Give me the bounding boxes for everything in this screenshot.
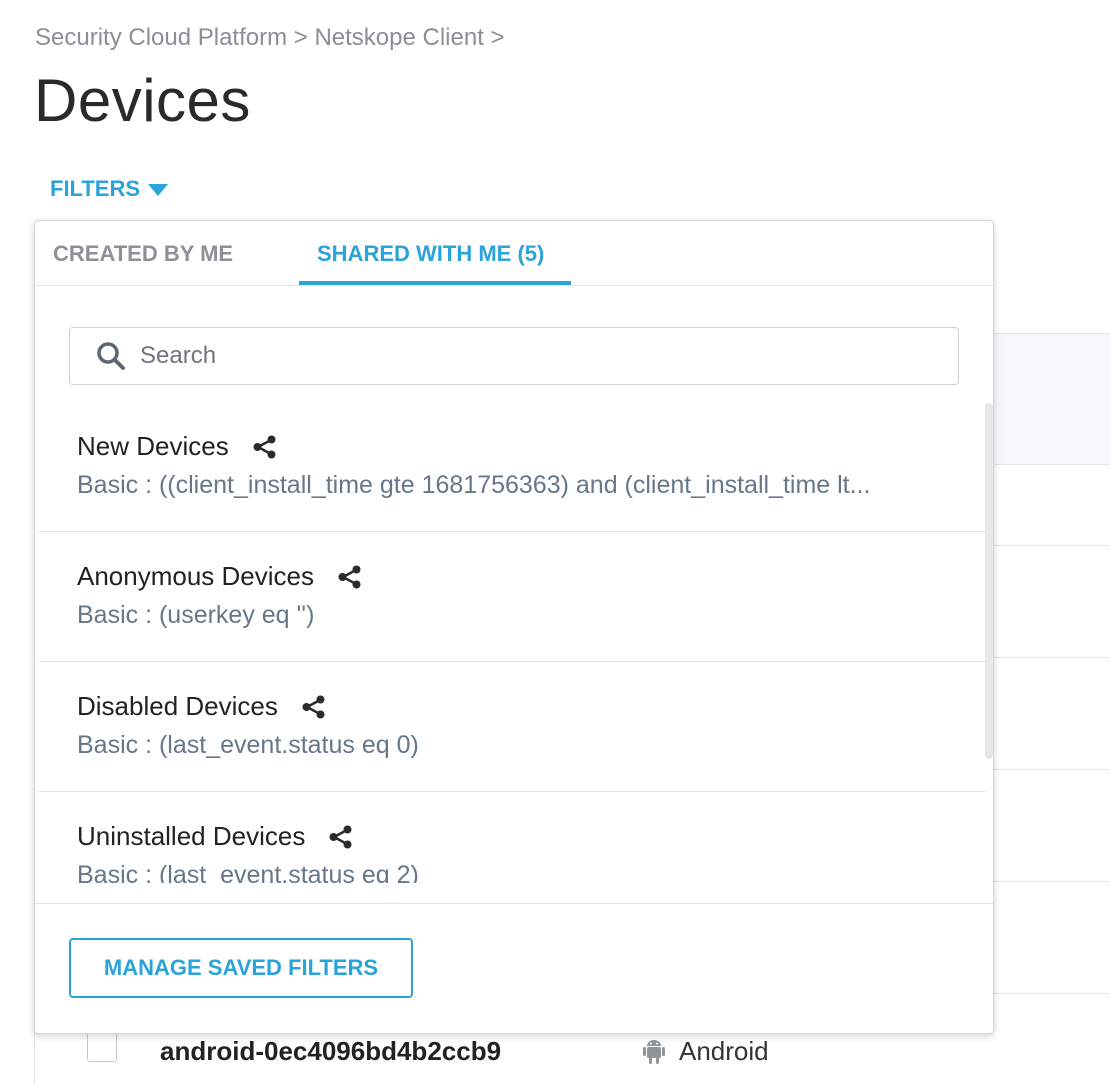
filters-toggle[interactable]: FILTERS xyxy=(50,176,169,202)
share-icon[interactable] xyxy=(327,823,355,851)
tab-shared-with-me[interactable]: SHARED WITH ME (5) xyxy=(317,241,544,267)
page-title: Devices xyxy=(34,67,251,134)
saved-filter-list[interactable]: New Devices Basic : ((client_install_tim… xyxy=(39,401,985,883)
filter-name: Uninstalled Devices xyxy=(77,821,306,851)
filter-description: Basic : (userkey eq '') xyxy=(77,601,315,629)
caret-down-icon xyxy=(148,184,169,196)
share-icon[interactable] xyxy=(336,563,364,591)
filters-popover: CREATED BY ME SHARED WITH ME (5) New Dev… xyxy=(34,220,994,1034)
device-os-label: Android xyxy=(679,1036,769,1066)
list-item[interactable]: Disabled Devices Basic : (last_event.sta… xyxy=(39,661,985,792)
list-item[interactable]: Anonymous Devices Basic : (userkey eq ''… xyxy=(39,531,985,662)
filter-description: Basic : ((client_install_time gte 168175… xyxy=(77,471,871,499)
popover-footer: MANAGE SAVED FILTERS xyxy=(35,903,993,1033)
filter-description: Basic : (last_event.status eq 0) xyxy=(77,731,419,759)
manage-saved-filters-button[interactable]: MANAGE SAVED FILTERS xyxy=(69,938,413,998)
search-icon xyxy=(97,342,125,370)
list-item[interactable]: New Devices Basic : ((client_install_tim… xyxy=(39,401,985,532)
device-os: Android xyxy=(643,1036,769,1067)
breadcrumb[interactable]: Security Cloud Platform > Netskope Clien… xyxy=(35,24,505,52)
search-input[interactable] xyxy=(138,341,922,371)
filter-name: New Devices xyxy=(77,431,229,461)
filter-tabs: CREATED BY ME SHARED WITH ME (5) xyxy=(35,221,993,286)
filters-label: FILTERS xyxy=(50,176,141,201)
filter-name-row: Uninstalled Devices xyxy=(77,821,355,852)
tab-created-by-me[interactable]: CREATED BY ME xyxy=(53,241,233,267)
share-icon[interactable] xyxy=(251,433,279,461)
search-box[interactable] xyxy=(69,327,959,385)
list-item[interactable]: Uninstalled Devices Basic : (last_event.… xyxy=(39,791,985,883)
filter-name: Disabled Devices xyxy=(77,691,278,721)
filter-name: Anonymous Devices xyxy=(77,561,314,591)
share-icon[interactable] xyxy=(300,693,328,721)
filter-name-row: Disabled Devices xyxy=(77,691,328,722)
filter-name-row: Anonymous Devices xyxy=(77,561,364,592)
filter-description: Basic : (last_event.status eq 2) xyxy=(77,861,419,883)
filter-name-row: New Devices xyxy=(77,431,279,462)
device-name[interactable]: android-0ec4096bd4b2ccb9 xyxy=(160,1036,501,1067)
row-checkbox[interactable] xyxy=(87,1032,117,1062)
android-icon xyxy=(643,1039,665,1064)
scrollbar-thumb[interactable] xyxy=(985,403,993,759)
active-tab-indicator xyxy=(299,281,571,285)
